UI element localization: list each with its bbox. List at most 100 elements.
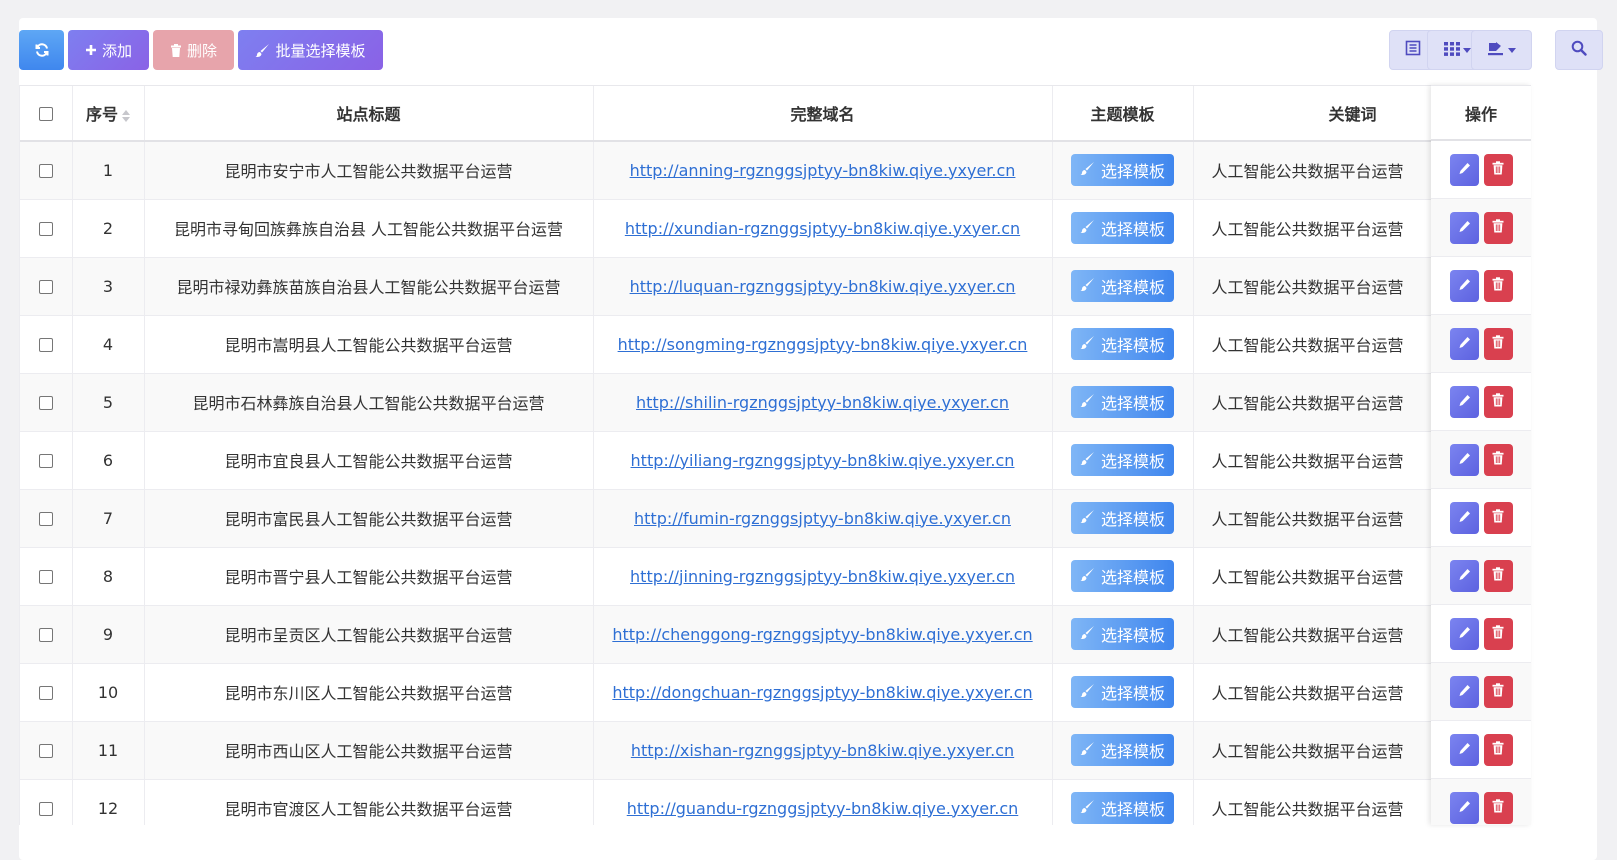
row-checkbox[interactable]: [38, 280, 53, 294]
row-checkbox[interactable]: [38, 512, 53, 526]
row-delete-button[interactable]: [1483, 211, 1513, 244]
row-domain-link[interactable]: http://fumin-rgznggsjptyy-bn8kiw.qiye.yx…: [634, 509, 1011, 528]
row-index: 7: [72, 489, 145, 548]
select-template-button[interactable]: 选择模板: [1070, 444, 1174, 476]
select-template-label: 选择模板: [1100, 684, 1165, 703]
select-template-button[interactable]: 选择模板: [1070, 328, 1174, 360]
export-icon: [1487, 40, 1505, 60]
edit-button[interactable]: [1449, 617, 1479, 650]
row-delete-button[interactable]: [1483, 269, 1513, 302]
pencil-icon: [1458, 160, 1471, 179]
row-delete-button[interactable]: [1483, 559, 1513, 592]
row-domain-link[interactable]: http://chenggong-rgznggsjptyy-bn8kiw.qiy…: [612, 625, 1032, 644]
row-checkbox[interactable]: [38, 802, 53, 816]
select-template-button[interactable]: 选择模板: [1070, 676, 1174, 708]
row-template-cell: 选择模板: [1052, 489, 1194, 548]
select-template-label: 选择模板: [1100, 162, 1165, 182]
row-domain-link[interactable]: http://guandu-rgznggsjptyy-bn8kiw.qiye.y…: [627, 799, 1019, 818]
row-domain-link[interactable]: http://luquan-rgznggsjptyy-bn8kiw.qiye.y…: [630, 277, 1016, 296]
row-checkbox[interactable]: [38, 628, 53, 642]
edit-button[interactable]: [1449, 327, 1479, 360]
row-domain-link[interactable]: http://xishan-rgznggsjptyy-bn8kiw.qiye.y…: [631, 741, 1014, 760]
row-checkbox[interactable]: [38, 686, 53, 700]
row-checkbox[interactable]: [38, 744, 53, 758]
select-template-button[interactable]: 选择模板: [1070, 502, 1174, 534]
edit-button[interactable]: [1449, 675, 1479, 708]
refresh-button[interactable]: [19, 30, 64, 70]
search-button[interactable]: [1555, 30, 1603, 70]
search-icon: [1571, 40, 1587, 60]
brush-icon: [1080, 451, 1095, 470]
edit-button[interactable]: [1449, 211, 1479, 244]
row-domain-link[interactable]: http://yiliang-rgznggsjptyy-bn8kiw.qiye.…: [631, 451, 1015, 470]
data-table: 序号 站点标题 完整域名 主题模板 关键词 1 昆明市安宁市人工智能公共数据平台…: [19, 85, 1511, 825]
select-template-button[interactable]: 选择模板: [1070, 270, 1174, 302]
row-delete-button[interactable]: [1483, 501, 1513, 534]
column-header-index-label: 序号: [85, 105, 118, 124]
column-header-index[interactable]: 序号: [72, 86, 145, 142]
row-domain-link[interactable]: http://xundian-rgznggsjptyy-bn8kiw.qiye.…: [625, 219, 1020, 238]
delete-button[interactable]: 删除: [153, 30, 234, 70]
edit-button[interactable]: [1449, 443, 1479, 476]
row-checkbox[interactable]: [38, 454, 53, 468]
brush-icon: [1080, 335, 1095, 354]
row-checkbox[interactable]: [38, 570, 53, 584]
row-template-cell: 选择模板: [1052, 141, 1194, 200]
batch-select-template-button[interactable]: 批量选择模板: [238, 30, 383, 70]
edit-button[interactable]: [1449, 153, 1479, 186]
row-delete-button[interactable]: [1483, 675, 1513, 708]
row-delete-button[interactable]: [1483, 617, 1513, 650]
row-delete-button[interactable]: [1483, 385, 1513, 418]
pencil-icon: [1458, 740, 1471, 759]
select-template-button[interactable]: 选择模板: [1070, 618, 1174, 650]
edit-button[interactable]: [1449, 269, 1479, 302]
row-domain-link[interactable]: http://songming-rgznggsjptyy-bn8kiw.qiye…: [618, 335, 1028, 354]
select-all-checkbox[interactable]: [38, 107, 53, 121]
pencil-icon: [1458, 392, 1471, 411]
select-template-button[interactable]: 选择模板: [1070, 386, 1174, 418]
pencil-icon: [1458, 508, 1471, 527]
edit-button[interactable]: [1449, 559, 1479, 592]
row-delete-button[interactable]: [1483, 733, 1513, 766]
row-delete-button[interactable]: [1483, 443, 1513, 476]
row-template-cell: 选择模板: [1052, 779, 1194, 825]
select-template-label: 选择模板: [1100, 510, 1165, 529]
select-template-button[interactable]: 选择模板: [1070, 154, 1174, 187]
trash-icon: [1492, 450, 1504, 469]
table-row: 5 昆明市石林彝族自治县人工智能公共数据平台运营 http://shilin-r…: [20, 373, 1511, 432]
row-title: 昆明市西山区人工智能公共数据平台运营: [144, 721, 594, 780]
row-domain-link[interactable]: http://anning-rgznggsjptyy-bn8kiw.qiye.y…: [630, 161, 1016, 180]
select-template-label: 选择模板: [1100, 742, 1165, 761]
select-template-button[interactable]: 选择模板: [1070, 792, 1174, 824]
column-header-domain: 完整域名: [593, 86, 1053, 142]
select-template-button[interactable]: 选择模板: [1070, 560, 1174, 592]
trash-icon: [1492, 392, 1504, 411]
row-template-cell: 选择模板: [1052, 315, 1194, 374]
row-checkbox[interactable]: [38, 338, 53, 352]
edit-button[interactable]: [1449, 501, 1479, 534]
row-actions: [1431, 431, 1531, 489]
row-domain-link[interactable]: http://dongchuan-rgznggsjptyy-bn8kiw.qiy…: [612, 683, 1032, 702]
row-select-cell: [20, 257, 73, 316]
edit-button[interactable]: [1449, 733, 1479, 766]
row-delete-button[interactable]: [1483, 791, 1513, 824]
export-button[interactable]: [1471, 30, 1532, 70]
row-domain-link[interactable]: http://jinning-rgznggsjptyy-bn8kiw.qiye.…: [630, 567, 1015, 586]
select-template-button[interactable]: 选择模板: [1070, 734, 1174, 766]
edit-button[interactable]: [1449, 385, 1479, 418]
row-delete-button[interactable]: [1483, 327, 1513, 360]
row-checkbox[interactable]: [38, 164, 53, 179]
row-delete-button[interactable]: [1483, 153, 1513, 186]
row-checkbox[interactable]: [38, 396, 53, 410]
row-domain-cell: http://chenggong-rgznggsjptyy-bn8kiw.qiy…: [593, 605, 1053, 664]
row-checkbox[interactable]: [38, 222, 53, 236]
row-domain-link[interactable]: http://shilin-rgznggsjptyy-bn8kiw.qiye.y…: [636, 393, 1009, 412]
row-select-cell: [20, 605, 73, 664]
row-index: 10: [72, 663, 145, 722]
row-domain-cell: http://songming-rgznggsjptyy-bn8kiw.qiye…: [593, 315, 1053, 374]
edit-button[interactable]: [1449, 791, 1479, 824]
row-select-cell: [20, 315, 73, 374]
select-template-button[interactable]: 选择模板: [1070, 212, 1174, 244]
table-header-row: 序号 站点标题 完整域名 主题模板 关键词: [20, 86, 1511, 142]
add-button[interactable]: 添加: [68, 30, 149, 70]
